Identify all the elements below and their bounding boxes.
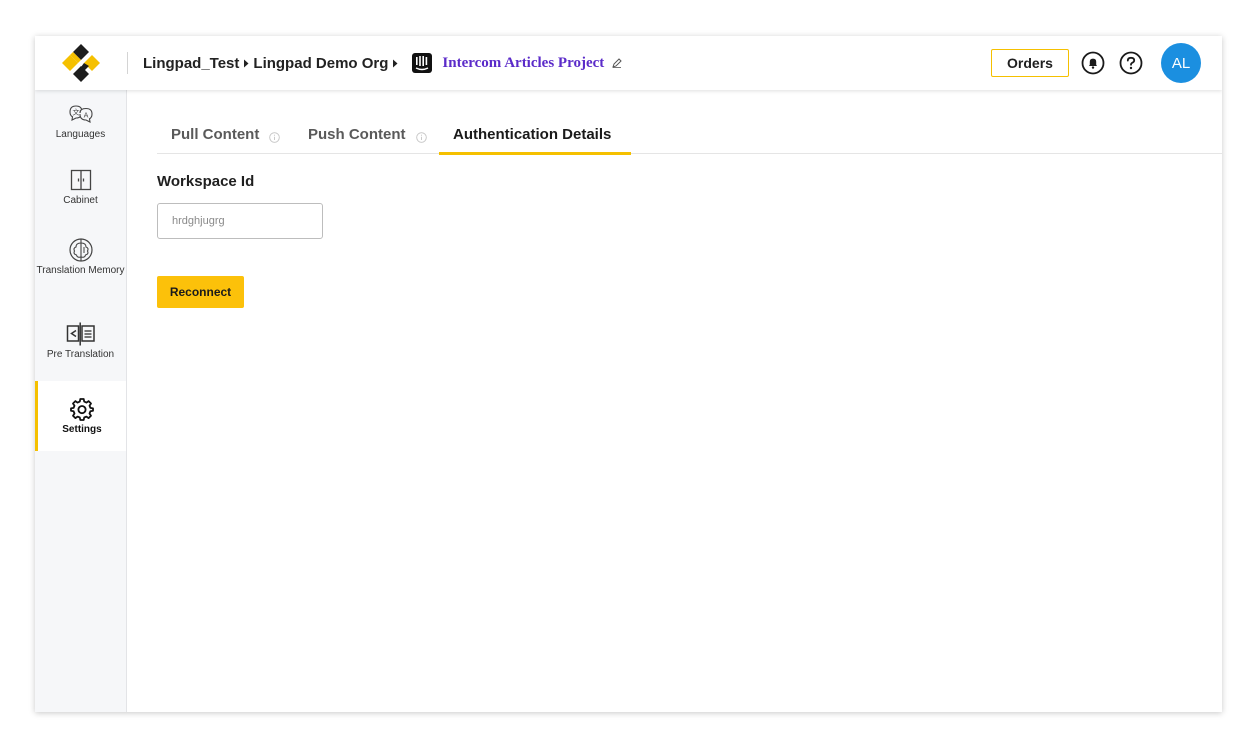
active-tab-indicator (439, 152, 631, 155)
sidebar-item-label: Cabinet (63, 195, 98, 206)
notification-bell-icon[interactable] (1081, 51, 1105, 75)
tab-label: Push Content (308, 126, 406, 143)
pencil-edit-icon[interactable] (612, 58, 622, 68)
breadcrumb-org-root[interactable]: Lingpad_Test (143, 55, 239, 72)
workspace-id-label: Workspace Id (157, 173, 255, 190)
tab-push-content[interactable]: Push Content (308, 126, 427, 154)
sidebar-item-label: Settings (62, 424, 102, 435)
breadcrumb-project[interactable]: Intercom Articles Project (442, 55, 604, 72)
sidebar-item-label: Pre Translation (46, 349, 115, 360)
top-header: Lingpad_Test Lingpad Demo Org Intercom A… (35, 36, 1222, 90)
translation-memory-icon (68, 238, 94, 262)
header-divider (127, 52, 128, 74)
sidebar-item-label: Languages (55, 129, 106, 140)
languages-icon: 文 A (67, 102, 95, 126)
tab-label: Authentication Details (453, 126, 612, 143)
tab-authentication-details[interactable]: Authentication Details (453, 126, 611, 154)
chevron-right-icon (388, 59, 402, 68)
sidebar-item-label: Translation Memory (36, 265, 125, 276)
orders-button[interactable]: Orders (991, 49, 1069, 77)
intercom-icon (412, 53, 433, 73)
chevron-right-icon (239, 59, 253, 68)
tab-pull-content[interactable]: Pull Content (171, 126, 281, 154)
sidebar-item-settings[interactable]: Settings (35, 381, 126, 451)
help-question-icon[interactable] (1119, 51, 1143, 75)
logo[interactable] (35, 36, 127, 90)
sidebar: 文 A Languages Cabinet Translation Memory… (35, 90, 127, 712)
sidebar-item-translation-memory[interactable]: Translation Memory (35, 238, 126, 302)
user-avatar[interactable]: AL (1161, 43, 1201, 83)
app-window: Lingpad_Test Lingpad Demo Org Intercom A… (35, 36, 1222, 712)
tab-bar: Pull Content Push Content Authentication… (157, 126, 1222, 155)
info-icon[interactable] (269, 130, 281, 147)
sidebar-item-cabinet[interactable]: Cabinet (35, 168, 126, 218)
logo-icon (62, 44, 100, 82)
svg-text:文: 文 (72, 108, 79, 117)
cabinet-icon (69, 168, 93, 192)
info-icon[interactable] (415, 130, 427, 147)
reconnect-button[interactable]: Reconnect (157, 276, 244, 308)
breadcrumb-organization[interactable]: Lingpad Demo Org (253, 55, 388, 72)
header-actions: Orders AL (991, 43, 1222, 83)
workspace-id-input[interactable] (157, 203, 323, 239)
sidebar-item-languages[interactable]: 文 A Languages (35, 102, 126, 152)
pre-translation-icon (66, 322, 96, 346)
tab-label: Pull Content (171, 126, 260, 143)
svg-text:A: A (83, 111, 88, 119)
gear-icon (70, 397, 94, 421)
main-content: Pull Content Push Content Authentication… (127, 90, 1222, 712)
sidebar-item-pre-translation[interactable]: Pre Translation (35, 322, 126, 376)
